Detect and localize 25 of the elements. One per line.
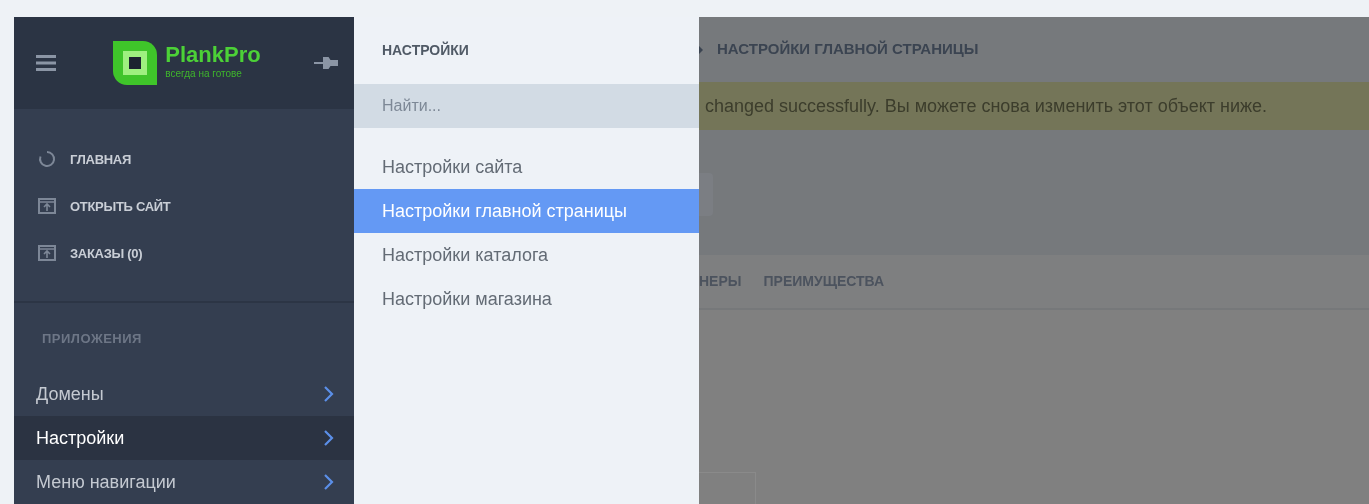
submenu-item[interactable]: Настройки каталога <box>354 233 699 277</box>
chevron-right-icon <box>324 430 334 446</box>
app-menu-item[interactable]: Меню навигации <box>14 460 354 504</box>
section-title: ПРИЛОЖЕНИЯ <box>41 329 143 348</box>
app-menu-item[interactable]: Домены <box>14 372 354 416</box>
logo-name: PlankPro <box>165 44 261 67</box>
alert-message: changed successfully. Вы можете снова изменить этот объект ниже. <box>699 82 1369 130</box>
nav-link[interactable]: ЗАКАЗЫ (0) <box>14 229 354 277</box>
chevron-right-icon <box>324 386 334 402</box>
spinner-icon <box>38 150 56 169</box>
logo-tagline: всегда на готове <box>165 67 243 82</box>
submenu-item[interactable]: Настройки магазина <box>354 277 699 321</box>
nav-link[interactable]: ОТКРЫТЬ САЙТ <box>14 182 354 230</box>
pin-icon[interactable] <box>314 55 338 70</box>
upload-window-icon <box>38 245 56 262</box>
nav-link[interactable]: ГЛАВНАЯ <box>14 135 354 183</box>
app-menu-item[interactable]: Настройки <box>14 416 354 460</box>
breadcrumb: НАСТРОЙКИ ГЛАВНОЙ СТРАНИЦЫ <box>717 39 979 60</box>
search-field[interactable]: Найти... <box>354 84 699 128</box>
upload-window-icon <box>38 198 56 215</box>
chevron-right-icon <box>324 474 334 490</box>
chevron-icon <box>699 45 703 54</box>
menu-icon[interactable] <box>36 54 56 71</box>
flyout-title: НАСТРОЙКИ <box>381 40 470 60</box>
submenu-item[interactable]: Настройки сайта <box>354 145 699 189</box>
